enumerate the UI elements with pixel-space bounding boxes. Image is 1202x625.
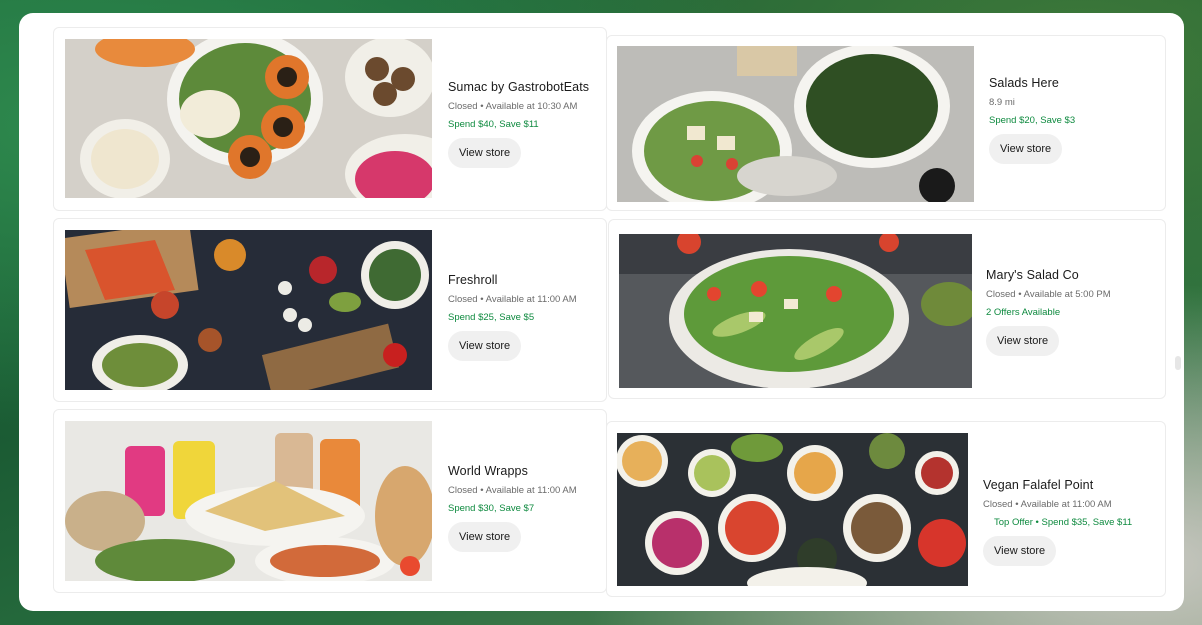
store-name[interactable]: Vegan Falafel Point <box>983 478 1158 492</box>
store-image[interactable] <box>65 421 432 581</box>
store-status: 8.9 mi <box>989 97 1015 108</box>
view-store-button[interactable]: View store <box>448 522 522 552</box>
store-card[interactable]: Freshroll Closed • Available at 11:00 AM… <box>53 218 607 402</box>
scroll-indicator[interactable] <box>1175 356 1181 370</box>
store-image[interactable] <box>619 234 972 388</box>
store-image[interactable] <box>65 230 432 390</box>
store-status: Closed • Available at 5:00 PM <box>986 289 1111 300</box>
store-card[interactable]: Mary's Salad Co Closed • Available at 5:… <box>608 219 1166 399</box>
store-image[interactable] <box>617 433 968 586</box>
view-store-button[interactable]: View store <box>989 134 1063 164</box>
store-status: Closed • Available at 11:00 AM <box>448 485 577 496</box>
store-offer: Spend $20, Save $3 <box>989 115 1076 126</box>
store-card[interactable]: Salads Here 8.9 mi Spend $20, Save $3 Vi… <box>606 35 1166 211</box>
store-name[interactable]: Sumac by GastrobotEats <box>448 80 603 94</box>
store-offer: 2 Offers Available <box>986 307 1061 318</box>
store-name[interactable]: Freshroll <box>448 273 603 287</box>
view-store-button[interactable]: View store <box>983 536 1057 566</box>
store-card[interactable]: Sumac by GastrobotEats Closed • Availabl… <box>53 27 607 211</box>
store-offer: Spend $30, Save $7 <box>448 503 535 514</box>
store-list-panel: Sumac by GastrobotEats Closed • Availabl… <box>19 13 1184 611</box>
store-status: Closed • Available at 10:30 AM <box>448 101 578 112</box>
store-status: Closed • Available at 11:00 AM <box>448 294 577 305</box>
store-card[interactable]: Vegan Falafel Point Closed • Available a… <box>606 421 1166 597</box>
store-image[interactable] <box>65 39 432 198</box>
store-name[interactable]: Salads Here <box>989 76 1139 90</box>
store-card[interactable]: World Wrapps Closed • Available at 11:00… <box>53 409 607 593</box>
store-name[interactable]: Mary's Salad Co <box>986 268 1136 282</box>
store-offer: Spend $25, Save $5 <box>448 312 535 323</box>
store-image[interactable] <box>617 46 974 202</box>
store-offer: Spend $40, Save $11 <box>448 119 539 130</box>
view-store-button[interactable]: View store <box>448 331 522 361</box>
view-store-button[interactable]: View store <box>986 326 1060 356</box>
store-offer: Top Offer • Spend $35, Save $11 <box>994 517 1133 528</box>
store-name[interactable]: World Wrapps <box>448 464 603 478</box>
store-status: Closed • Available at 11:00 AM <box>983 499 1112 510</box>
view-store-button[interactable]: View store <box>448 138 522 168</box>
